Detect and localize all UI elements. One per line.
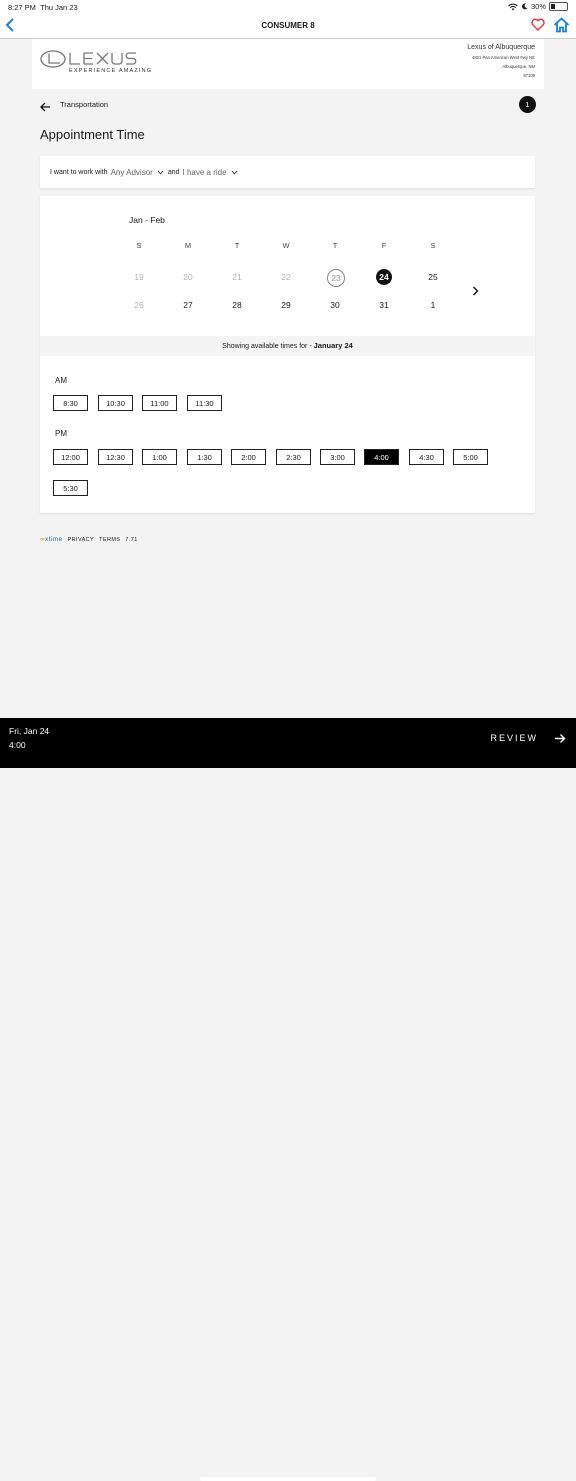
filter-prefix: I want to work with (50, 169, 108, 176)
calendar-day[interactable]: 30 (324, 297, 346, 313)
breadcrumb-label[interactable]: Transportation (60, 100, 108, 109)
time-slot-button[interactable]: 11:30 (187, 395, 222, 411)
time-slot-button[interactable]: 11:00 (142, 395, 177, 411)
home-indicator (200, 1477, 376, 1481)
filter-middle: and (167, 169, 180, 176)
brand-tagline: EXPERIENCE AMAZING (69, 68, 153, 74)
time-slot-button[interactable]: 12:00 (53, 449, 88, 465)
time-slot-button[interactable]: 4:30 (409, 449, 444, 465)
weekday-label: W (282, 241, 290, 250)
home-button[interactable] (553, 17, 570, 38)
weekday-label: S (136, 241, 142, 250)
nav-title: CONSUMER 8 (261, 21, 315, 30)
dealer-name: Lexus of Albuquerque (467, 44, 535, 51)
weekday-label: T (332, 241, 338, 250)
calendar-day[interactable]: 31 (373, 297, 395, 313)
time-slot-button[interactable]: 3:00 (320, 449, 355, 465)
dealer-city: Albuquerque, NM (502, 64, 535, 69)
time-slot-button[interactable]: 2:30 (276, 449, 311, 465)
arrow-right-icon (555, 734, 566, 743)
arrow-left-icon (40, 102, 50, 112)
calendar-day: 19 (134, 272, 144, 282)
calendar-day: 20 (183, 272, 193, 282)
chevron-down-icon[interactable] (231, 170, 238, 175)
selected-time: 4:00 (9, 740, 26, 750)
time-slot-button[interactable]: 2:00 (231, 449, 266, 465)
nav-bar: CONSUMER 8 (0, 14, 576, 39)
advisor-filter-bar: I want to work with Any Advisor and I ha… (40, 156, 535, 188)
footer: ∞xtime PRIVACY TERMS 7.71 (40, 536, 138, 543)
time-slot-button[interactable]: 12:30 (98, 449, 133, 465)
dealer-zip: 87109 (523, 73, 535, 78)
version-label: 7.71 (125, 536, 138, 543)
time-slot-button[interactable]: 10:30 (98, 395, 133, 411)
status-time: 8:27 PM Thu Jan 23 (8, 3, 78, 12)
calendar-day[interactable]: 29 (275, 297, 297, 313)
am-label: AM (55, 376, 67, 385)
calendar-day: 21 (232, 272, 242, 282)
next-month-button[interactable] (472, 283, 479, 301)
calendar-day[interactable]: 24 (376, 269, 392, 285)
privacy-link[interactable]: PRIVACY (68, 537, 95, 543)
review-arrow-button[interactable] (554, 731, 566, 749)
bottom-summary-bar: Fri, Jan 24 4:00 REVIEW (0, 718, 576, 1481)
xtime-logo: ∞xtime (40, 536, 63, 543)
weekday-label: S (430, 241, 436, 250)
appointment-card: Jan - Feb S M T W T F S 19 20 21 22 23 24 25 26 27 28 29… (40, 196, 535, 513)
breadcrumb: Transportation 1 (40, 96, 536, 113)
time-slot-button[interactable]: 5:00 (453, 449, 488, 465)
calendar-day[interactable]: 28 (226, 297, 248, 313)
dealer-address: 4821 Pan American West Fwy NE (472, 55, 535, 60)
time-slot-button[interactable]: 1:30 (187, 449, 222, 465)
weekday-label: F (381, 241, 387, 250)
moon-icon (521, 3, 528, 10)
chevron-right-icon (473, 286, 479, 296)
page-title: Appointment Time (40, 127, 145, 142)
step-badge: 1 (519, 96, 536, 113)
calendar-day: 22 (281, 272, 291, 282)
wifi-icon (508, 3, 518, 10)
calendar-day[interactable]: 1 (422, 297, 444, 313)
time-slot-button[interactable]: 4:00 (364, 449, 399, 465)
pm-label: PM (55, 429, 67, 438)
time-slot-button[interactable]: 8:30 (53, 395, 88, 411)
favorite-button[interactable] (531, 18, 545, 36)
dealer-header: EXPERIENCE AMAZING Lexus of Albuquerque … (32, 39, 544, 89)
showing-prefix: Showing available times for - (222, 343, 312, 350)
weekday-label: M (184, 241, 192, 250)
selected-date: Fri, Jan 24 (9, 726, 50, 736)
calendar-day[interactable]: 27 (177, 297, 199, 313)
terms-link[interactable]: TERMS (99, 537, 120, 543)
battery-icon (549, 2, 568, 11)
month-label: Jan - Feb (129, 215, 165, 225)
lexus-logo-icon (40, 50, 137, 68)
status-right: 30% (508, 2, 568, 11)
heart-icon (531, 18, 545, 31)
home-icon (553, 17, 570, 33)
ride-dropdown[interactable]: I have a ride (183, 168, 227, 177)
status-bar: 8:27 PM Thu Jan 23 30% (0, 0, 576, 14)
calendar-day[interactable]: 23 (327, 269, 345, 287)
advisor-dropdown[interactable]: Any Advisor (111, 168, 153, 177)
showing-date: January 24 (313, 341, 353, 350)
weekday-label: T (234, 241, 240, 250)
calendar-day[interactable]: 25 (422, 269, 444, 285)
time-slot-button[interactable]: 5:30 (53, 480, 88, 496)
showing-times-banner: Showing available times for - January 24 (40, 336, 535, 356)
review-button[interactable]: REVIEW (490, 733, 538, 743)
dealer-info: Lexus of Albuquerque 4821 Pan American W… (467, 44, 535, 78)
chevron-down-icon[interactable] (157, 170, 164, 175)
battery-percent: 30% (530, 2, 546, 11)
calendar-day: 26 (134, 300, 144, 310)
breadcrumb-back-button[interactable] (40, 99, 51, 117)
time-slot-button[interactable]: 1:00 (142, 449, 177, 465)
